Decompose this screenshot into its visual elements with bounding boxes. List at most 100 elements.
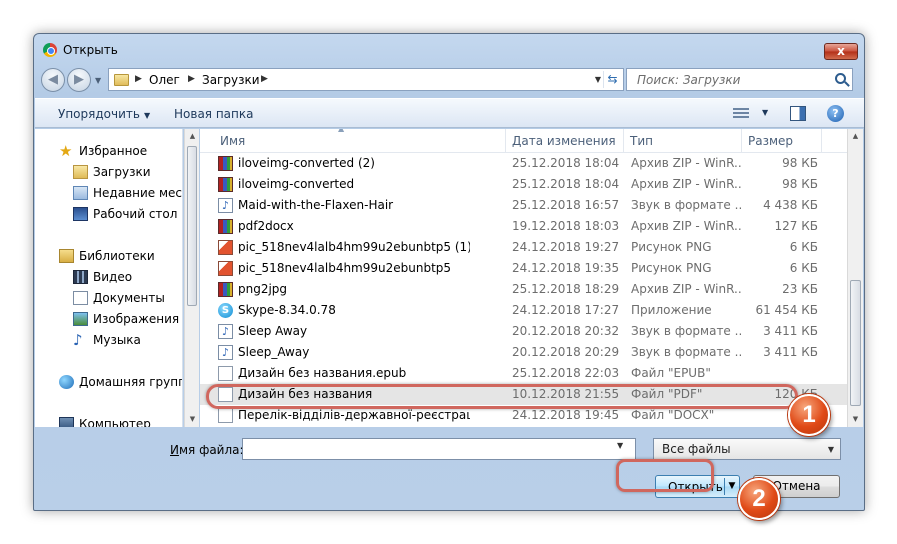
table-row[interactable]: S Skype-8.34.0.78 24.12.2018 17:27 Прило…: [200, 300, 847, 321]
scroll-down-icon[interactable]: ▼: [851, 415, 860, 424]
file-type: Архив ZIP - WinR...: [631, 156, 741, 170]
file-date: 25.12.2018 22:03: [512, 366, 620, 380]
file-list: ▲ Имя Дата изменения Тип Размер iloveimg…: [200, 129, 847, 427]
scrollbar-thumb[interactable]: [850, 280, 861, 406]
table-header: ▲ Имя Дата изменения Тип Размер: [200, 129, 847, 153]
file-name: iloveimg-converted: [238, 177, 355, 191]
sidebar-item-label: Видео: [93, 270, 133, 284]
file-name: iloveimg-converted (2): [238, 156, 375, 170]
refresh-icon[interactable]: ⇆: [603, 71, 621, 88]
search-box[interactable]: Поиск: Загрузки: [626, 68, 853, 91]
audio-icon: ♪: [218, 345, 233, 360]
video-icon: [73, 270, 88, 284]
column-header-size[interactable]: Размер: [742, 129, 822, 153]
zip-icon: [218, 219, 233, 234]
search-icon[interactable]: [835, 73, 846, 84]
zip-icon: [218, 156, 233, 171]
step-2-badge: 2: [738, 478, 780, 520]
column-header-date[interactable]: Дата изменения: [506, 129, 624, 153]
table-row[interactable]: pic_518nev4lalb4hm99u2ebunbtp5 (1) 24.12…: [200, 237, 847, 258]
table-row[interactable]: iloveimg-converted (2) 25.12.2018 18:04 …: [200, 153, 847, 174]
table-row[interactable]: pic_518nev4lalb4hm99u2ebunbtp5 24.12.201…: [200, 258, 847, 279]
table-row[interactable]: ♪ Sleep Away 20.12.2018 20:32 Звук в фор…: [200, 321, 847, 342]
breadcrumb[interactable]: ▶ Олег ▶ Загрузки ▶ ▼ ⇆: [108, 68, 624, 91]
documents-icon: [73, 291, 88, 305]
close-button[interactable]: x: [824, 43, 858, 60]
table-row[interactable]: ♪ Sleep_Away 20.12.2018 20:29 Звук в фор…: [200, 342, 847, 363]
path-dropdown-icon[interactable]: ▼: [595, 75, 601, 84]
table-row[interactable]: Перелік-відділів-державної-реєстрації-..…: [200, 405, 847, 426]
file-icon: [218, 366, 233, 381]
sidebar-scrollbar[interactable]: ▲ ▼: [184, 129, 199, 427]
file-name: Перелік-відділів-державної-реєстрації-..…: [238, 408, 470, 422]
file-size: 6 КБ: [789, 261, 818, 275]
scroll-down-icon[interactable]: ▼: [188, 415, 197, 424]
file-size: 127 КБ: [774, 219, 818, 233]
sidebar-item-label: Домашняя группа: [79, 375, 183, 389]
column-header-name[interactable]: Имя: [210, 129, 506, 153]
file-type: Файл "PDF": [631, 387, 703, 401]
audio-icon: ♪: [218, 324, 233, 339]
computer-icon: [59, 417, 74, 427]
open-options-dropdown-icon[interactable]: ▼: [724, 478, 739, 495]
scroll-up-icon[interactable]: ▲: [188, 132, 197, 141]
sidebar-item-label: Библиотеки: [79, 249, 155, 263]
zip-icon: [218, 177, 233, 192]
recent-locations-dropdown-icon[interactable]: ▼: [95, 76, 101, 85]
new-folder-button[interactable]: Новая папка: [174, 107, 253, 121]
view-dropdown-icon[interactable]: ▼: [762, 108, 768, 117]
column-header-type[interactable]: Тип: [624, 129, 742, 153]
command-bar: Упорядочить ▼ Новая папка ▼ ?: [35, 98, 864, 128]
table-row[interactable]: Дизайн без названия.epub 25.12.2018 22:0…: [200, 363, 847, 384]
file-type-select[interactable]: Все файлы ▼: [653, 438, 841, 460]
table-row[interactable]: iloveimg-converted 25.12.2018 18:04 Архи…: [200, 174, 847, 195]
sidebar-item-label: Рабочий стол: [93, 207, 178, 221]
folder-icon: [114, 74, 129, 86]
organize-button[interactable]: Упорядочить ▼: [58, 107, 150, 121]
chevron-right-icon[interactable]: ▶: [135, 74, 142, 84]
view-options-icon[interactable]: [733, 108, 749, 120]
sidebar-item-label: Изображения: [93, 312, 180, 326]
downloads-folder-icon: [73, 165, 88, 179]
forward-button[interactable]: ▶: [67, 68, 91, 92]
audio-icon: ♪: [218, 198, 233, 213]
back-button[interactable]: ◀: [41, 68, 65, 92]
file-type: Звук в формате ...: [631, 198, 741, 212]
breadcrumb-item-downloads[interactable]: Загрузки: [202, 73, 260, 87]
file-date: 25.12.2018 18:29: [512, 282, 620, 296]
table-row[interactable]: png2jpg 25.12.2018 18:29 Архив ZIP - Win…: [200, 279, 847, 300]
scrollbar-thumb[interactable]: [187, 146, 197, 306]
file-list-scrollbar[interactable]: ▲ ▼: [847, 129, 863, 427]
table-row[interactable]: pdf2docx 19.12.2018 18:03 Архив ZIP - Wi…: [200, 216, 847, 237]
file-date: 24.12.2018 19:45: [512, 408, 620, 422]
chevron-right-icon[interactable]: ▶: [261, 74, 268, 84]
preview-pane-icon[interactable]: [790, 106, 806, 121]
chevron-right-icon[interactable]: ▶: [188, 74, 195, 84]
sidebar-item-label: Загрузки: [93, 165, 151, 179]
breadcrumb-item-oleg[interactable]: Олег: [149, 73, 180, 87]
file-date: 25.12.2018 18:04: [512, 156, 620, 170]
file-type: Архив ZIP - WinR...: [631, 219, 741, 233]
filename-input[interactable]: [242, 438, 636, 460]
table-row-selected[interactable]: Дизайн без названия 10.12.2018 21:55 Фай…: [200, 384, 847, 405]
file-name: pdf2docx: [238, 219, 294, 233]
file-size: 3 411 КБ: [763, 345, 818, 359]
file-name: png2jpg: [238, 282, 288, 296]
file-name: pic_518nev4lalb4hm99u2ebunbtp5 (1): [238, 240, 470, 254]
search-input[interactable]: Поиск: Загрузки: [637, 73, 740, 87]
file-name: Дизайн без названия.epub: [238, 366, 407, 380]
filename-dropdown-icon[interactable]: ▼: [617, 441, 623, 450]
sidebar-item-label: Недавние места: [93, 186, 183, 200]
recent-places-icon: [73, 186, 88, 200]
help-icon[interactable]: ?: [827, 105, 844, 122]
png-icon: [218, 261, 233, 276]
file-name: Skype-8.34.0.78: [238, 303, 336, 317]
file-name: Sleep Away: [238, 324, 308, 338]
zip-icon: [218, 282, 233, 297]
chevron-down-icon[interactable]: ▼: [828, 445, 834, 454]
file-icon: [218, 387, 233, 402]
scroll-up-icon[interactable]: ▲: [851, 132, 860, 141]
file-size: 3 411 КБ: [763, 324, 818, 338]
table-row[interactable]: ♪ Maid-with-the-Flaxen-Hair 25.12.2018 1…: [200, 195, 847, 216]
sidebar-item-label: Документы: [93, 291, 165, 305]
